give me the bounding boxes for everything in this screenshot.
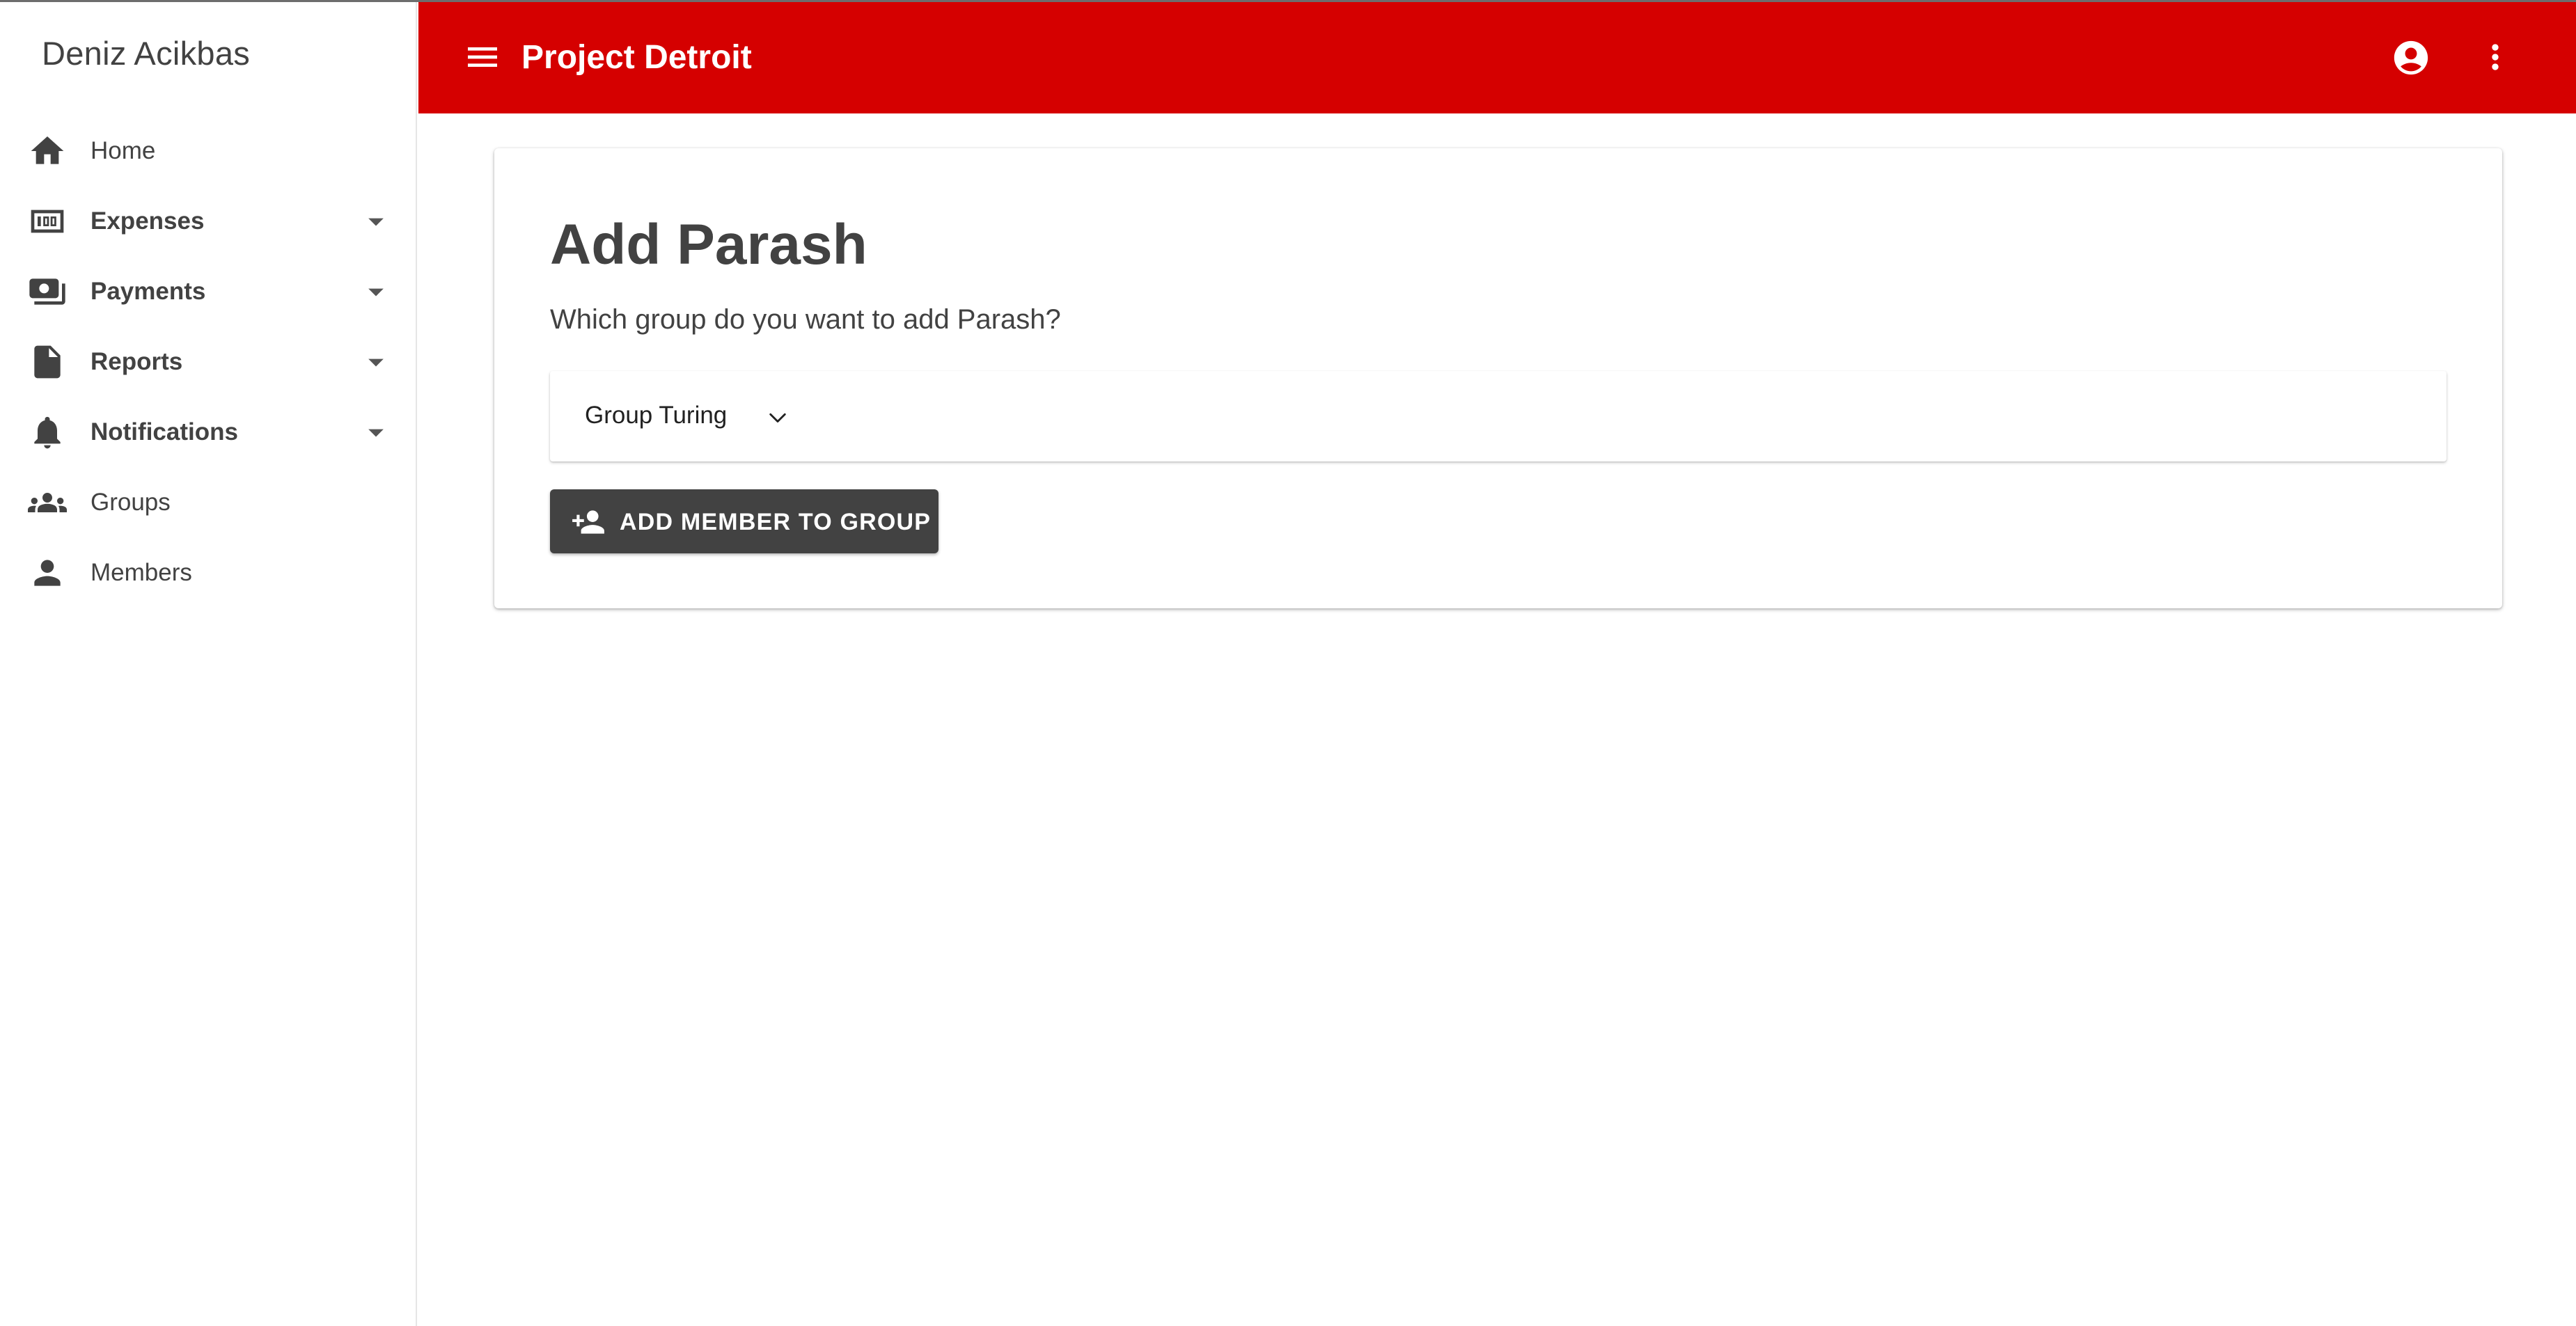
sidebar-item-label: Reports	[91, 348, 183, 375]
sidebar-item-groups[interactable]: Groups	[0, 469, 416, 536]
more-vert-icon[interactable]	[2476, 38, 2515, 77]
chevron-down-icon	[764, 404, 791, 431]
account-circle-icon[interactable]	[2391, 38, 2431, 78]
arrow-drop-down-icon[interactable]	[358, 203, 394, 239]
app-title: Project Detroit	[521, 39, 752, 76]
add-member-card: Add Parash Which group do you want to ad…	[494, 148, 2502, 608]
add-member-to-group-label: ADD MEMBER TO GROUP	[620, 509, 932, 535]
page-subtitle: Which group do you want to add Parash?	[550, 304, 1061, 335]
arrow-drop-down-icon[interactable]	[358, 274, 394, 310]
sidebar-item-payments[interactable]: Payments	[0, 258, 416, 325]
reports-icon	[28, 342, 67, 381]
group-select[interactable]: Group Turing	[550, 371, 2447, 461]
sidebar-item-reports[interactable]: Reports	[0, 329, 416, 395]
sidebar-item-label: Home	[91, 137, 156, 164]
group-select-value: Group Turing	[585, 402, 728, 429]
person-add-icon	[571, 505, 606, 539]
sidebar-item-notifications[interactable]: Notifications	[0, 399, 416, 466]
menu-icon[interactable]	[463, 38, 502, 77]
sidebar-item-members[interactable]: Members	[0, 539, 416, 606]
sidebar-item-label: Members	[91, 559, 192, 586]
arrow-drop-down-icon[interactable]	[358, 414, 394, 450]
user-name: Deniz Acikbas	[42, 35, 251, 72]
groups-icon	[28, 483, 67, 522]
arrow-drop-down-icon[interactable]	[358, 344, 394, 380]
bell-icon	[28, 413, 67, 452]
add-member-to-group-button[interactable]: ADD MEMBER TO GROUP	[550, 489, 938, 553]
sidebar-item-label: Payments	[91, 278, 206, 305]
sidebar-item-expenses[interactable]: Expenses	[0, 188, 416, 255]
sidebar-item-label: Expenses	[91, 207, 205, 235]
payments-icon	[28, 272, 67, 311]
sidebar-item-home[interactable]: Home	[0, 118, 416, 184]
sidebar-item-label: Groups	[91, 489, 171, 516]
home-icon	[28, 132, 67, 171]
expenses-icon	[28, 202, 67, 241]
sidebar-item-label: Notifications	[91, 418, 238, 445]
person-icon	[28, 553, 67, 592]
app-bar: Project Detroit	[418, 2, 2576, 113]
sidebar: Deniz Acikbas Home Expenses Payments Rep…	[0, 2, 417, 1326]
page-title: Add Parash	[550, 213, 867, 276]
